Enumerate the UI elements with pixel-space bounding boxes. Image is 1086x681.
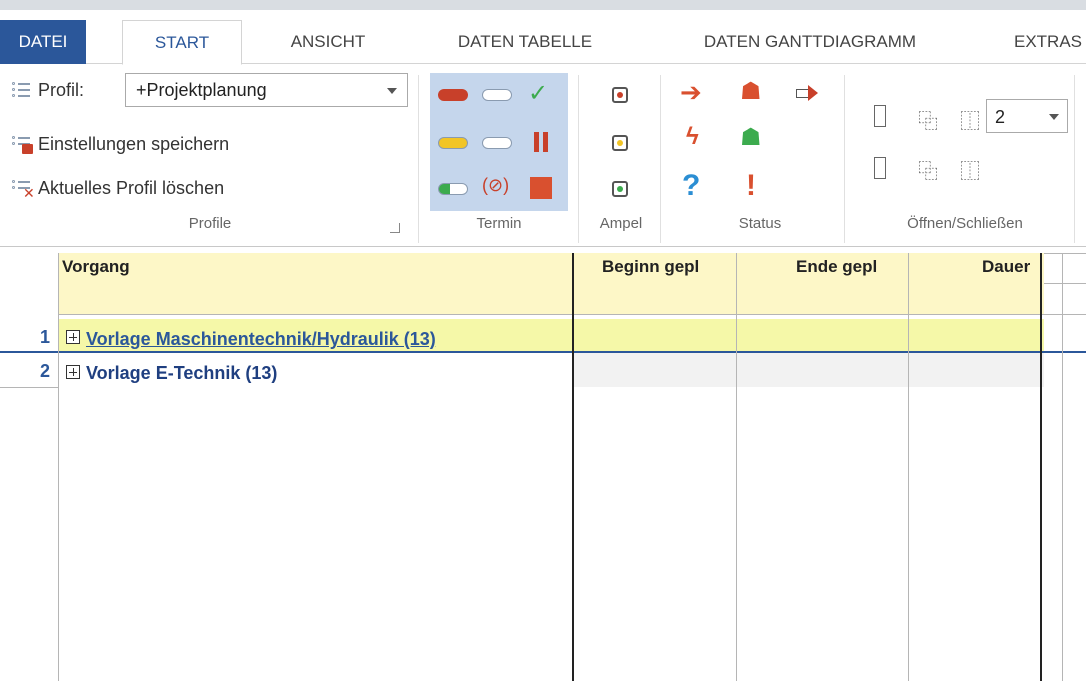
level-select-value: 2 bbox=[995, 107, 1006, 127]
expand-all-icon[interactable] bbox=[874, 105, 886, 127]
group-separator bbox=[1074, 75, 1075, 243]
tree-child-icon[interactable]: ⿰ bbox=[960, 105, 980, 134]
task-table: Vorgang Beginn gepl Ende gepl Dauer 1 Vo… bbox=[0, 247, 1086, 681]
check-icon[interactable]: ✓ bbox=[528, 79, 548, 108]
expand-icon[interactable] bbox=[66, 365, 80, 379]
traffic-light-green-icon[interactable] bbox=[612, 181, 628, 197]
bar-yellow-icon[interactable] bbox=[438, 137, 468, 149]
pause-icon[interactable] bbox=[534, 132, 539, 152]
window-top-strip bbox=[0, 0, 1086, 10]
column-header-ende[interactable]: Ende gepl bbox=[796, 257, 877, 277]
bar-empty-icon[interactable] bbox=[482, 137, 512, 149]
profile-list-icon bbox=[10, 79, 34, 101]
profile-row: Profil: bbox=[10, 73, 84, 107]
tree-collapse-icon[interactable]: ⿻ bbox=[918, 155, 938, 184]
profile-select-value: +Projektplanung bbox=[136, 79, 267, 100]
column-divider bbox=[736, 253, 737, 681]
task-name[interactable]: Vorlage Maschinentechnik/Hydraulik (13) bbox=[86, 329, 436, 351]
gantt-header bbox=[1044, 253, 1086, 315]
save-settings-button[interactable]: Einstellungen speichern bbox=[10, 127, 229, 161]
bar-outline-icon[interactable] bbox=[482, 89, 512, 101]
table-gantt-splitter[interactable] bbox=[1040, 253, 1042, 681]
column-divider bbox=[572, 253, 574, 681]
gantt-gridline bbox=[1062, 253, 1063, 681]
question-icon[interactable]: ? bbox=[682, 169, 700, 203]
tab-ansicht[interactable]: ANSICHT bbox=[258, 20, 398, 64]
group-label-profile: Profile bbox=[188, 215, 232, 232]
group-separator bbox=[578, 75, 579, 243]
group-label-open-close: Öffnen/Schließen bbox=[907, 215, 1023, 232]
chevron-down-icon[interactable] bbox=[387, 88, 397, 94]
lightning-icon[interactable]: ϟ bbox=[686, 123, 699, 151]
save-settings-icon bbox=[10, 133, 34, 155]
ribbon-start: Profil: +Projektplanung Einstellungen sp… bbox=[0, 65, 1086, 247]
table-header bbox=[58, 253, 1044, 315]
tab-extras[interactable]: EXTRAS bbox=[990, 20, 1086, 64]
column-header-beginn[interactable]: Beginn gepl bbox=[602, 257, 699, 277]
tab-start[interactable]: START bbox=[122, 20, 242, 65]
group-label-ampel: Ampel bbox=[599, 215, 643, 232]
tab-daten-ganttdiagramm[interactable]: DATEN GANTTDIAGRAMM bbox=[660, 20, 960, 64]
gantt-header-divider bbox=[1044, 283, 1086, 284]
row-divider bbox=[0, 387, 58, 388]
column-divider bbox=[58, 253, 59, 681]
level-select[interactable]: 2 bbox=[986, 99, 1068, 133]
delete-profile-button[interactable]: ✕ Aktuelles Profil löschen bbox=[10, 171, 224, 205]
group-separator bbox=[418, 75, 419, 243]
column-header-dauer[interactable]: Dauer bbox=[982, 257, 1030, 277]
bar-red-icon[interactable] bbox=[438, 89, 468, 101]
table-row-cells bbox=[574, 353, 1044, 387]
group-separator bbox=[660, 75, 661, 243]
no-date-icon[interactable]: (⊘) bbox=[482, 175, 509, 196]
profile-label: Profil: bbox=[38, 79, 85, 100]
bar-green-icon[interactable] bbox=[438, 183, 468, 195]
task-name[interactable]: Vorlage E-Technik (13) bbox=[86, 363, 277, 384]
ribbon-tab-bar: DATEI START ANSICHT DATEN TABELLE DATEN … bbox=[0, 10, 1086, 65]
group-label-termin: Termin bbox=[476, 215, 522, 232]
row-number: 2 bbox=[39, 361, 50, 381]
gantt-row bbox=[1044, 319, 1086, 352]
save-settings-label: Einstellungen speichern bbox=[38, 133, 230, 154]
pause-icon-bar bbox=[543, 132, 548, 152]
person-minus-icon[interactable]: ☗ bbox=[740, 77, 762, 106]
row-number: 1 bbox=[39, 327, 50, 347]
group-label-status: Status bbox=[738, 215, 782, 232]
traffic-light-yellow-icon[interactable] bbox=[612, 135, 628, 151]
expand-icon[interactable] bbox=[66, 330, 80, 344]
exclamation-icon[interactable]: ! bbox=[746, 169, 756, 203]
chevron-down-icon[interactable] bbox=[1049, 114, 1059, 120]
person-plus-icon[interactable]: ☗ bbox=[740, 123, 762, 152]
arrow-right-icon[interactable]: ➔ bbox=[680, 77, 702, 108]
column-header-vorgang[interactable]: Vorgang bbox=[62, 257, 130, 277]
expand-level-icon[interactable] bbox=[874, 157, 886, 179]
stop-icon[interactable] bbox=[530, 177, 552, 199]
dialog-launcher-icon[interactable] bbox=[390, 223, 400, 233]
tab-datei[interactable]: DATEI bbox=[0, 20, 86, 64]
tab-daten-tabelle[interactable]: DATEN TABELLE bbox=[410, 20, 640, 64]
link-arrow-head bbox=[808, 85, 818, 101]
group-separator bbox=[844, 75, 845, 243]
delete-profile-label: Aktuelles Profil löschen bbox=[38, 177, 225, 198]
delete-profile-icon: ✕ bbox=[10, 177, 35, 200]
tree-structure-icon[interactable]: ⿻ bbox=[918, 105, 938, 134]
column-divider bbox=[908, 253, 909, 681]
traffic-light-red-icon[interactable] bbox=[612, 87, 628, 103]
tree-parent-icon[interactable]: ⿰ bbox=[960, 155, 980, 184]
profile-select[interactable]: +Projektplanung bbox=[125, 73, 408, 107]
